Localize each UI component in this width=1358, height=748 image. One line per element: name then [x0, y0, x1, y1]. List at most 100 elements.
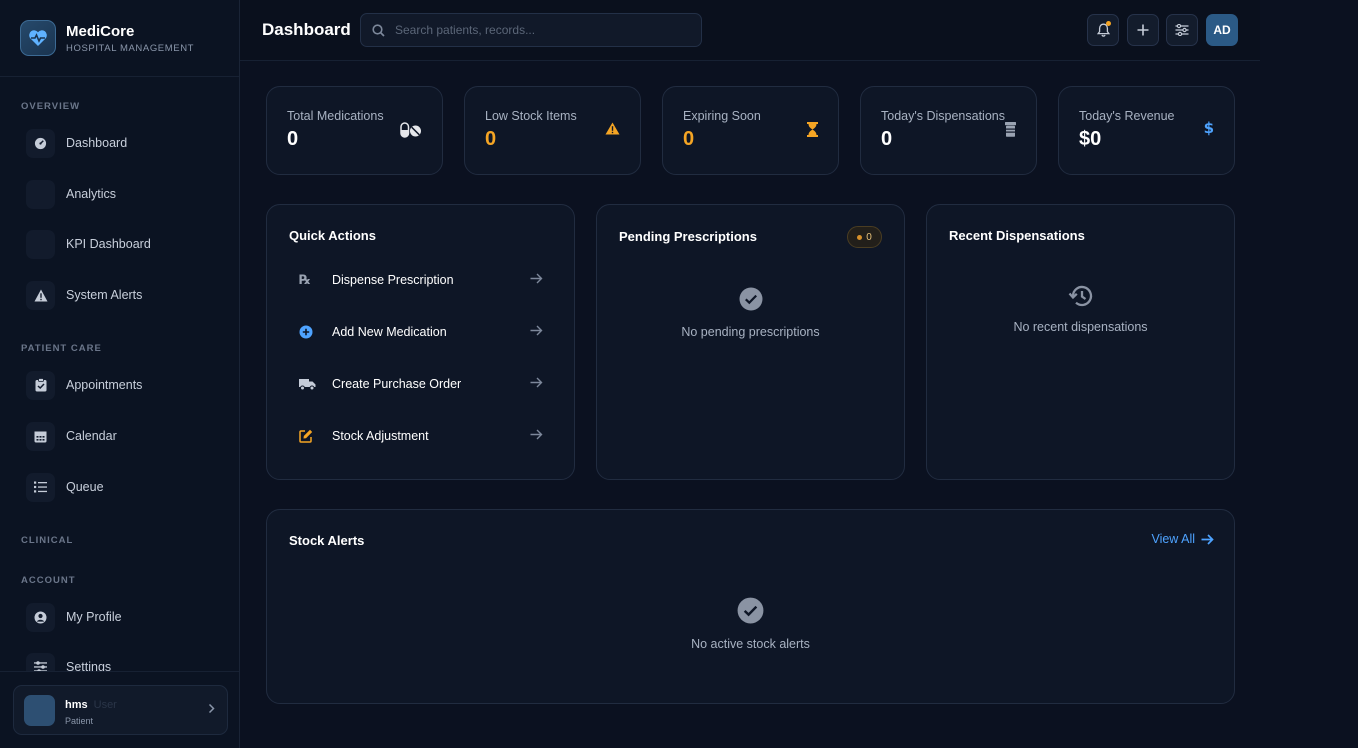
stat-value: 0	[881, 128, 893, 150]
arrow-right-icon	[530, 429, 543, 440]
sidebar-item-label: System Alerts	[66, 288, 143, 302]
add-new-medication-button[interactable]: Add New Medication	[289, 315, 553, 349]
page-title: Dashboard	[262, 20, 351, 39]
card-title: Recent Dispensations	[949, 228, 1085, 243]
sidebar-item-analytics[interactable]: Analytics	[26, 179, 226, 209]
stat-label: Today's Revenue	[1079, 109, 1175, 123]
warning-icon	[26, 280, 55, 310]
list-icon	[26, 472, 55, 502]
app-shell: MediCore HOSPITAL MANAGEMENT OVERVIEW Da…	[0, 0, 1358, 748]
user-card[interactable]: hms User Patient	[13, 685, 228, 735]
stat-card-todays-dispensations: Today's Dispensations 0	[860, 86, 1037, 175]
user-circle-icon	[26, 602, 55, 632]
stat-card-low-stock: Low Stock Items 0	[464, 86, 641, 175]
edit-icon	[289, 429, 319, 443]
card-title: Stock Alerts	[289, 533, 365, 548]
sidebar-item-dashboard[interactable]: Dashboard	[26, 128, 226, 158]
kpi-icon	[26, 229, 55, 259]
stock-adjustment-button[interactable]: Stock Adjustment	[289, 419, 553, 453]
warning-icon	[605, 122, 620, 135]
sidebar-item-appointments[interactable]: Appointments	[26, 370, 226, 400]
stat-value: 0	[485, 128, 497, 150]
stat-label: Today's Dispensations	[881, 109, 1005, 123]
sidebar-item-queue[interactable]: Queue	[26, 472, 226, 502]
badge-dot	[857, 234, 863, 240]
filters-button[interactable]	[1166, 14, 1198, 46]
arrow-right-icon	[530, 325, 543, 336]
create-purchase-order-button[interactable]: Create Purchase Order	[289, 367, 553, 401]
check-circle-icon	[737, 597, 764, 624]
sliders-icon	[26, 652, 55, 671]
pending-count: 0	[866, 231, 872, 243]
empty-state: No active stock alerts	[267, 597, 1234, 651]
view-all-label: View All	[1151, 532, 1195, 546]
sidebar-item-label: Queue	[66, 480, 104, 494]
user-avatar-button[interactable]: AD	[1206, 14, 1238, 46]
stat-value: $0	[1079, 128, 1102, 150]
top-bar: Dashboard AD	[240, 0, 1260, 61]
sidebar-item-label: Analytics	[66, 187, 117, 201]
hourglass-icon	[807, 122, 818, 137]
history-icon	[1068, 285, 1092, 307]
card-title: Quick Actions	[289, 228, 376, 243]
sidebar-item-system-alerts[interactable]: System Alerts	[26, 280, 226, 310]
chevron-right-icon	[208, 703, 215, 714]
main-content: Dashboard AD Total Medications 0	[240, 0, 1358, 748]
dispense-prescription-button[interactable]: ℞ Dispense Prescription	[289, 263, 553, 297]
plus-circle-icon	[289, 325, 319, 339]
truck-icon	[289, 378, 319, 391]
action-label: Create Purchase Order	[332, 377, 462, 391]
stock-alerts-card: Stock Alerts View All No active stock al…	[266, 509, 1235, 704]
stat-label: Low Stock Items	[485, 109, 577, 123]
recent-dispensations-card: Recent Dispensations No recent dispensat…	[926, 204, 1235, 480]
view-all-link[interactable]: View All	[1151, 532, 1214, 546]
notification-dot	[1106, 21, 1111, 26]
plus-icon	[1137, 24, 1149, 36]
pills-icon	[400, 122, 421, 138]
sidebar-item-label: Settings	[66, 660, 112, 671]
search-box	[360, 13, 702, 47]
card-title: Pending Prescriptions	[619, 229, 757, 244]
add-button[interactable]	[1127, 14, 1159, 46]
user-name: hms	[65, 698, 88, 711]
empty-state-text: No active stock alerts	[691, 637, 810, 651]
arrow-right-icon	[1201, 533, 1214, 545]
prescription-bottle-icon	[1005, 122, 1016, 137]
nav-section-clinical: CLINICAL	[21, 535, 74, 546]
action-label: Dispense Prescription	[332, 273, 454, 287]
brand-subtitle: HOSPITAL MANAGEMENT	[66, 42, 195, 54]
sidebar-item-calendar[interactable]: Calendar	[26, 421, 226, 451]
pending-prescriptions-card: Pending Prescriptions 0 No pending presc…	[596, 204, 905, 480]
stat-card-expiring-soon: Expiring Soon 0	[662, 86, 839, 175]
nav-section-patient-care: PATIENT CARE	[21, 343, 102, 354]
sidebar-item-label: Dashboard	[66, 136, 128, 150]
chart-icon	[26, 179, 55, 209]
rx-icon: ℞	[299, 272, 311, 288]
empty-state-text: No pending prescriptions	[681, 325, 820, 339]
sidebar-item-kpi-dashboard[interactable]: KPI Dashboard	[26, 229, 226, 259]
stat-card-total-medications: Total Medications 0	[266, 86, 443, 175]
calendar-icon	[26, 421, 55, 451]
dollar-icon: $	[1203, 119, 1214, 137]
user-role: Patient	[65, 715, 94, 726]
stat-value: 0	[287, 128, 299, 150]
stat-card-todays-revenue: Today's Revenue $0 $	[1058, 86, 1235, 175]
clipboard-check-icon	[26, 370, 55, 400]
nav-section-overview: OVERVIEW	[21, 101, 81, 112]
notifications-button[interactable]	[1087, 14, 1119, 46]
empty-state: No recent dispensations	[927, 284, 1234, 334]
gauge-icon	[26, 128, 55, 158]
sidebar-item-label: My Profile	[66, 610, 122, 624]
sidebar-item-label: KPI Dashboard	[66, 237, 151, 251]
user-name-ghost: User	[93, 698, 117, 711]
brand: MediCore HOSPITAL MANAGEMENT	[0, 0, 239, 77]
avatar	[24, 694, 55, 726]
search-input[interactable]	[395, 23, 685, 37]
sidebar-item-my-profile[interactable]: My Profile	[26, 602, 226, 632]
stat-value: 0	[683, 128, 695, 150]
quick-actions-card: Quick Actions ℞ Dispense Prescription Ad…	[266, 204, 575, 480]
arrow-right-icon	[530, 377, 543, 388]
stat-label: Expiring Soon	[683, 109, 761, 123]
arrow-right-icon	[530, 273, 543, 284]
sidebar-item-settings[interactable]: Settings	[26, 652, 226, 671]
